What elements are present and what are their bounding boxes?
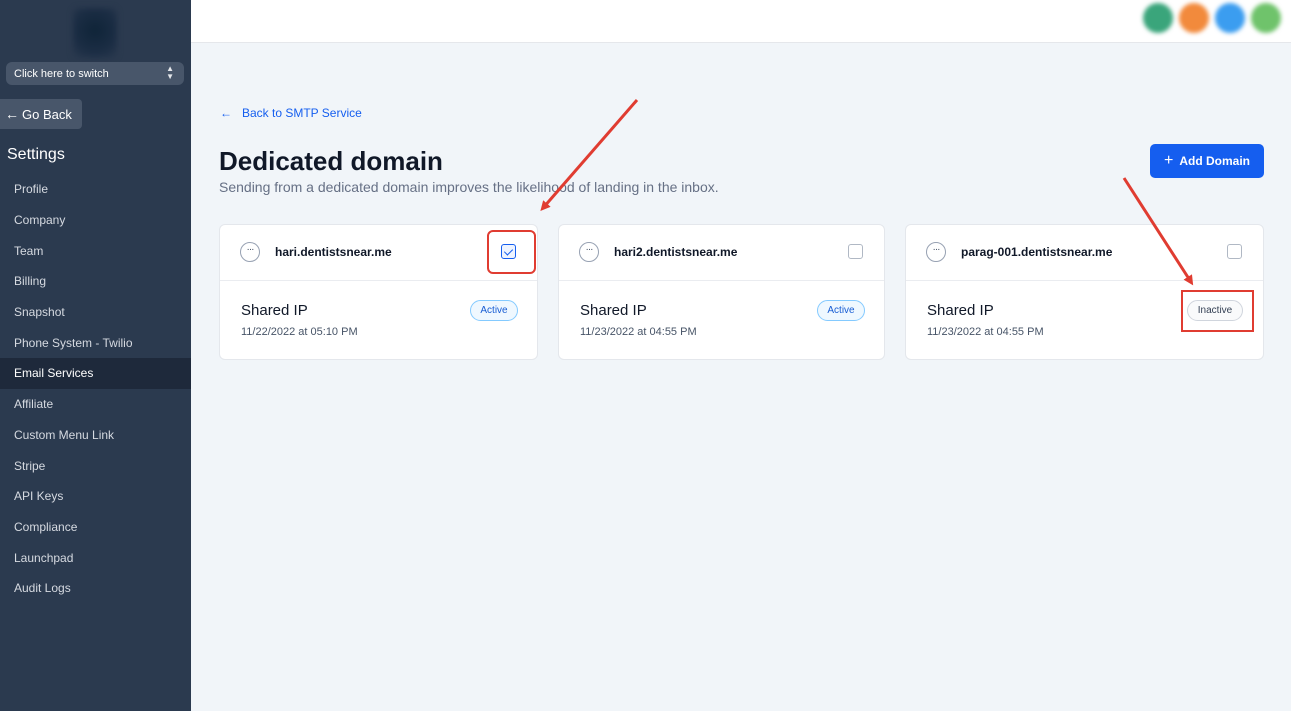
annotation-arrow [1122,177,1194,286]
annotation-arrows [540,99,1194,286]
annotation-arrow [540,99,639,212]
